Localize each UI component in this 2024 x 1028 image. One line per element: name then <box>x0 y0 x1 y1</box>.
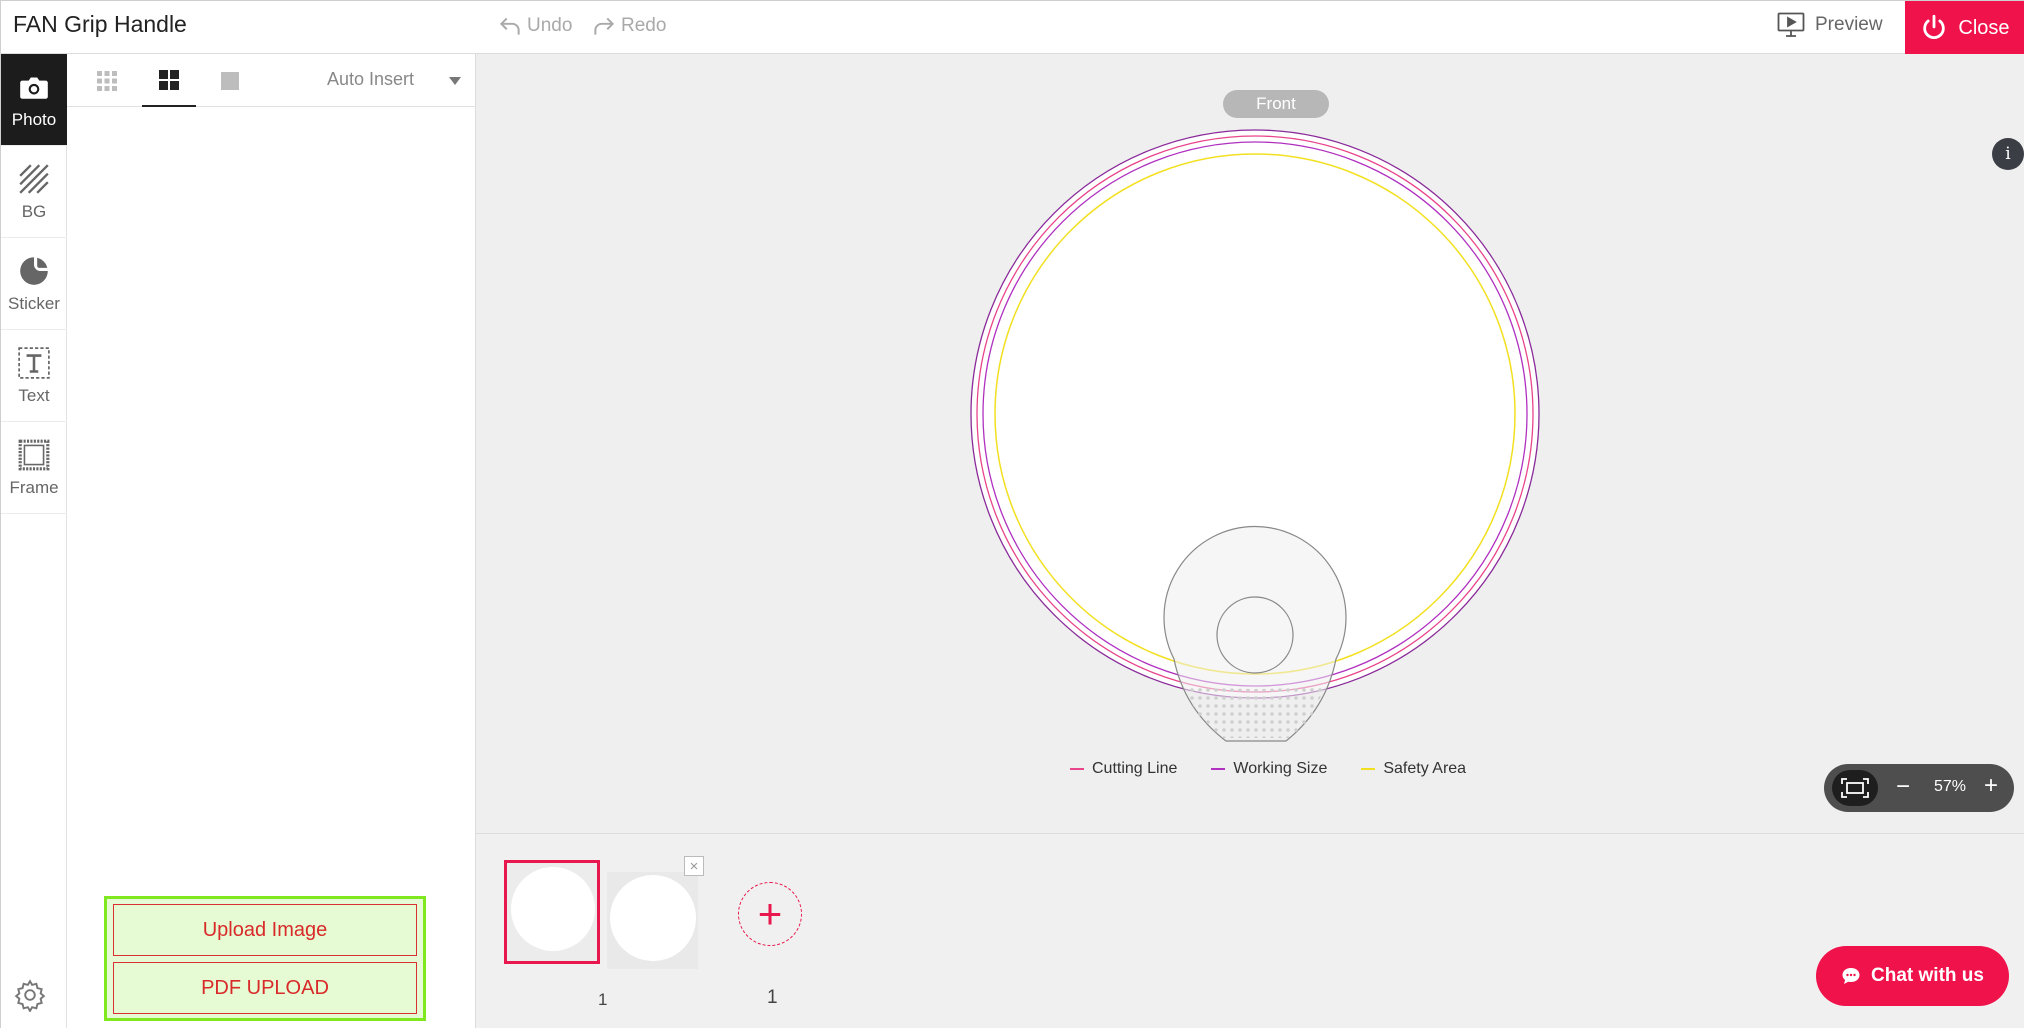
page-number: 1 <box>598 990 608 1009</box>
zoom-control: − 57% + <box>1824 764 2014 812</box>
close-label: Close <box>1958 16 2010 39</box>
legend-swatch-safety <box>1361 768 1376 770</box>
close-button[interactable]: Close <box>1905 1 2024 55</box>
tool-sticker-label: Sticker <box>8 293 60 313</box>
view-tab-medium-grid[interactable] <box>142 54 196 107</box>
undo-icon <box>499 17 520 35</box>
app-title: FAN Grip Handle <box>13 11 187 37</box>
view-tab-large[interactable] <box>203 54 257 107</box>
fit-screen-icon <box>1841 778 1869 798</box>
redo-button[interactable]: Redo <box>591 13 666 39</box>
page-thumbnail-back[interactable] <box>607 872 698 969</box>
tool-bg-label: BG <box>21 201 47 221</box>
add-page-button[interactable]: + <box>738 882 802 946</box>
preview-label: Preview <box>1815 14 1883 35</box>
monitor-play-icon <box>1777 12 1805 37</box>
legend-working-size: Working Size <box>1211 760 1327 778</box>
chevron-down-icon[interactable] <box>449 77 461 85</box>
undo-label: Undo <box>527 15 573 36</box>
tool-text-label: Text <box>18 385 50 405</box>
chat-label: Chat with us <box>1871 965 1984 986</box>
remove-page-button[interactable]: × <box>684 856 704 876</box>
tool-frame[interactable]: Frame <box>1 422 67 514</box>
small-grid-icon <box>97 70 117 91</box>
tool-text[interactable]: Text <box>1 330 67 422</box>
single-square-icon <box>221 71 239 90</box>
legend-swatch-working <box>1211 768 1226 770</box>
auto-insert-dropdown[interactable]: Auto Insert <box>327 69 414 90</box>
gear-icon[interactable] <box>13 978 47 1012</box>
pdf-upload-button[interactable]: PDF UPLOAD <box>113 962 417 1014</box>
zoom-level: 57% <box>1934 778 1967 795</box>
design-canvas[interactable]: Front Cutting Line Working Size Safety A… <box>476 54 2024 834</box>
thumbnail-disc <box>610 875 696 961</box>
legend-safety-area: Safety Area <box>1361 760 1466 778</box>
tool-bg[interactable]: BG <box>1 146 67 238</box>
tool-frame-label: Frame <box>9 477 59 497</box>
camera-icon <box>20 76 48 99</box>
legend-cutting-line: Cutting Line <box>1070 760 1177 778</box>
fit-screen-button[interactable] <box>1832 770 1878 806</box>
view-tab-small-grid[interactable] <box>80 54 134 107</box>
text-icon <box>18 346 50 379</box>
legend-label-working: Working Size <box>1233 760 1328 777</box>
top-bar: FAN Grip Handle Undo Redo Preview Close <box>0 0 2024 55</box>
chat-bubble-icon <box>1842 968 1860 984</box>
hatch-icon <box>19 163 49 194</box>
photo-panel: Auto Insert Upload Image PDF UPLOAD <box>67 54 476 1028</box>
sticker-icon <box>20 256 48 285</box>
thumbnail-disc <box>511 867 595 951</box>
legend-label-cutting: Cutting Line <box>1092 760 1178 777</box>
page-count: 1 <box>767 987 778 1008</box>
redo-icon <box>594 17 615 35</box>
legend-label-safety: Safety Area <box>1383 760 1467 777</box>
upload-image-button[interactable]: Upload Image <box>113 904 417 956</box>
medium-grid-icon <box>159 69 179 90</box>
tool-sticker[interactable]: Sticker <box>1 238 67 330</box>
tool-photo-label: Photo <box>11 109 57 129</box>
power-icon <box>1923 14 1946 39</box>
chat-button[interactable]: Chat with us <box>1816 946 2009 1006</box>
redo-label: Redo <box>621 15 667 36</box>
view-mode-tabs: Auto Insert <box>67 54 476 107</box>
tool-rail: Photo BG Sticker Text Frame <box>0 54 67 1028</box>
upload-group: Upload Image PDF UPLOAD <box>104 896 426 1021</box>
handle-grip-dots <box>1186 684 1324 738</box>
legend-swatch-cutting <box>1070 768 1084 770</box>
preview-button[interactable]: Preview <box>1777 12 1883 38</box>
tool-photo[interactable]: Photo <box>1 54 67 146</box>
info-button[interactable]: i <box>1992 138 2024 170</box>
side-label[interactable]: Front <box>1223 90 1329 118</box>
zoom-out-button[interactable]: − <box>1896 773 1910 801</box>
undo-button[interactable]: Undo <box>497 13 572 39</box>
frame-icon <box>18 439 50 470</box>
legend: Cutting Line Working Size Safety Area <box>1070 760 1466 778</box>
fan-design-template <box>970 129 1540 742</box>
zoom-in-button[interactable]: + <box>1984 772 1998 800</box>
page-strip: × + 1 1 <box>476 834 2024 1028</box>
page-thumbnail-front[interactable] <box>504 860 600 964</box>
